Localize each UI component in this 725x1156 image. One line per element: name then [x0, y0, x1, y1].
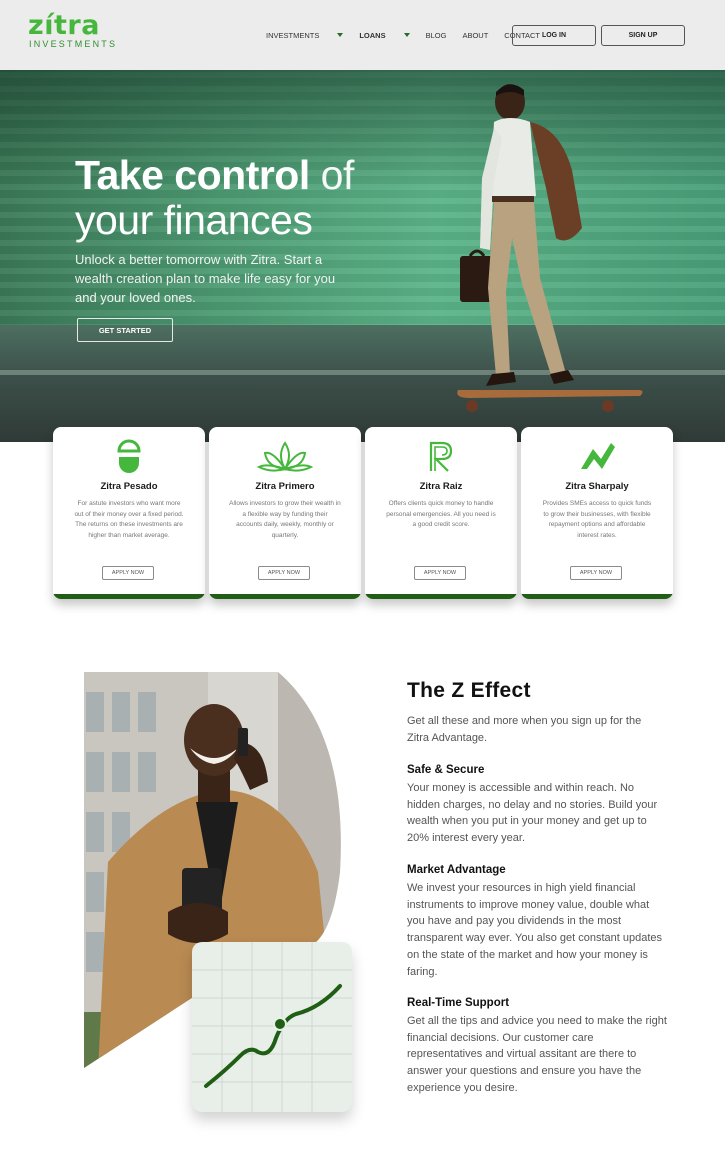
logo-subtitle: INVESTMENTS [29, 39, 118, 49]
product-card-raiz: Zitra Raiz Offers clients quick money to… [365, 427, 517, 599]
hero-title-line1: Take control of [75, 152, 354, 199]
nav-item-loans[interactable]: LOANS [359, 31, 410, 40]
hero-title-light: of [320, 152, 355, 198]
chevron-down-icon [337, 33, 344, 37]
apply-now-button[interactable]: APPLY NOW [414, 566, 466, 580]
product-description: Offers clients quick money to handle per… [386, 500, 496, 528]
product-description: For astute investors who want more out o… [74, 500, 184, 539]
product-description: Allows investors to grow their wealth in… [229, 500, 341, 539]
product-card-primero: Zitra Primero Allows investors to grow t… [209, 427, 361, 599]
card-accent-bar [209, 594, 361, 599]
hero-title-line2: your finances [75, 197, 313, 243]
z-effect-intro: Get all these and more when you sign up … [407, 715, 642, 744]
hero-banner: Take control of your finances Unlock a b… [0, 70, 725, 442]
feature-heading: Safe & Secure [407, 764, 485, 776]
product-title: Zitra Pesado [100, 481, 158, 492]
product-description: Provides SMEs access to quick funds to g… [542, 500, 652, 539]
product-cards: Zitra Pesado For astute investors who wa… [53, 427, 673, 599]
growth-chart-card [192, 942, 352, 1112]
nav-label: INVESTMENTS [266, 31, 320, 40]
z-effect-title: The Z Effect [407, 679, 531, 702]
get-started-button[interactable]: GET STARTED [77, 318, 173, 342]
feature-heading: Real-Time Support [407, 997, 510, 1009]
login-button[interactable]: LOG IN [512, 25, 596, 46]
feature-heading: Market Advantage [407, 864, 506, 876]
apply-now-button[interactable]: APPLY NOW [570, 566, 622, 580]
product-title: Zitra Sharpaly [565, 481, 629, 492]
logo-wordmark: zítra [28, 10, 100, 41]
nav-item-blog[interactable]: BLOG [426, 31, 447, 40]
nav-item-about[interactable]: ABOUT [462, 31, 488, 40]
top-navbar: zítra INVESTMENTS INVESTMENTS LOANS BLOG… [0, 0, 725, 70]
hero-subtitle: Unlock a better tomorrow with Zitra. Sta… [75, 252, 336, 305]
feature-text: Get all the tips and advice you need to … [407, 1015, 667, 1094]
card-accent-bar [53, 594, 205, 599]
product-card-pesado: Zitra Pesado For astute investors who wa… [53, 427, 205, 599]
feature-text: Your money is accessible and within reac… [407, 782, 658, 845]
nav-label: LOANS [359, 31, 386, 40]
letter-r-icon [365, 437, 517, 475]
lotus-icon [209, 437, 361, 475]
chevron-down-icon [403, 33, 410, 37]
product-title: Zitra Raiz [419, 481, 463, 492]
skateboarding-businessman-image [457, 84, 643, 412]
hero-title-bold: Take control [75, 152, 310, 198]
apply-now-button[interactable]: APPLY NOW [102, 566, 154, 580]
product-card-sharpaly: Zitra Sharpaly Provides SMEs access to q… [521, 427, 673, 599]
card-accent-bar [521, 594, 673, 599]
circle-split-icon [53, 437, 205, 475]
card-accent-bar [365, 594, 517, 599]
zitra-logo[interactable]: zítra INVESTMENTS [28, 10, 118, 50]
product-title: Zitra Primero [255, 481, 315, 492]
zigzag-n-icon [521, 437, 673, 475]
apply-now-button[interactable]: APPLY NOW [258, 566, 310, 580]
nav-item-investments[interactable]: INVESTMENTS [266, 31, 344, 40]
signup-button[interactable]: SIGN UP [601, 25, 685, 46]
growth-chart-icon [192, 942, 352, 1112]
feature-text: We invest your resources in high yield f… [407, 882, 663, 978]
